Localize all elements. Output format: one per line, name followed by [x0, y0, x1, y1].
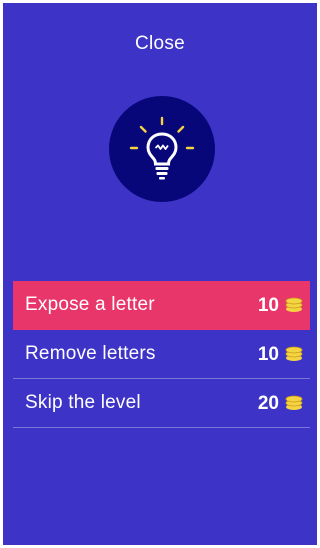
hint-options-list: Expose a letter 10 Remove letters 10 Ski… — [13, 281, 310, 428]
option-skip-level[interactable]: Skip the level 20 — [13, 379, 310, 428]
option-remove-letters[interactable]: Remove letters 10 — [13, 330, 310, 379]
option-cost: 20 — [257, 393, 279, 414]
option-label: Skip the level — [25, 392, 141, 413]
close-button[interactable]: Close — [110, 29, 210, 59]
hint-icon-badge — [109, 96, 215, 202]
coins-icon — [285, 346, 303, 361]
lightbulb-icon — [129, 116, 195, 180]
hints-panel: Close Expose a letter 10 Remove letters … — [3, 3, 317, 545]
coins-icon — [285, 395, 303, 410]
option-cost: 10 — [257, 295, 279, 316]
option-cost: 10 — [257, 344, 279, 365]
option-label: Expose a letter — [25, 294, 155, 315]
option-label: Remove letters — [25, 343, 156, 364]
option-expose-letter[interactable]: Expose a letter 10 — [13, 281, 310, 330]
coins-icon — [285, 297, 303, 312]
